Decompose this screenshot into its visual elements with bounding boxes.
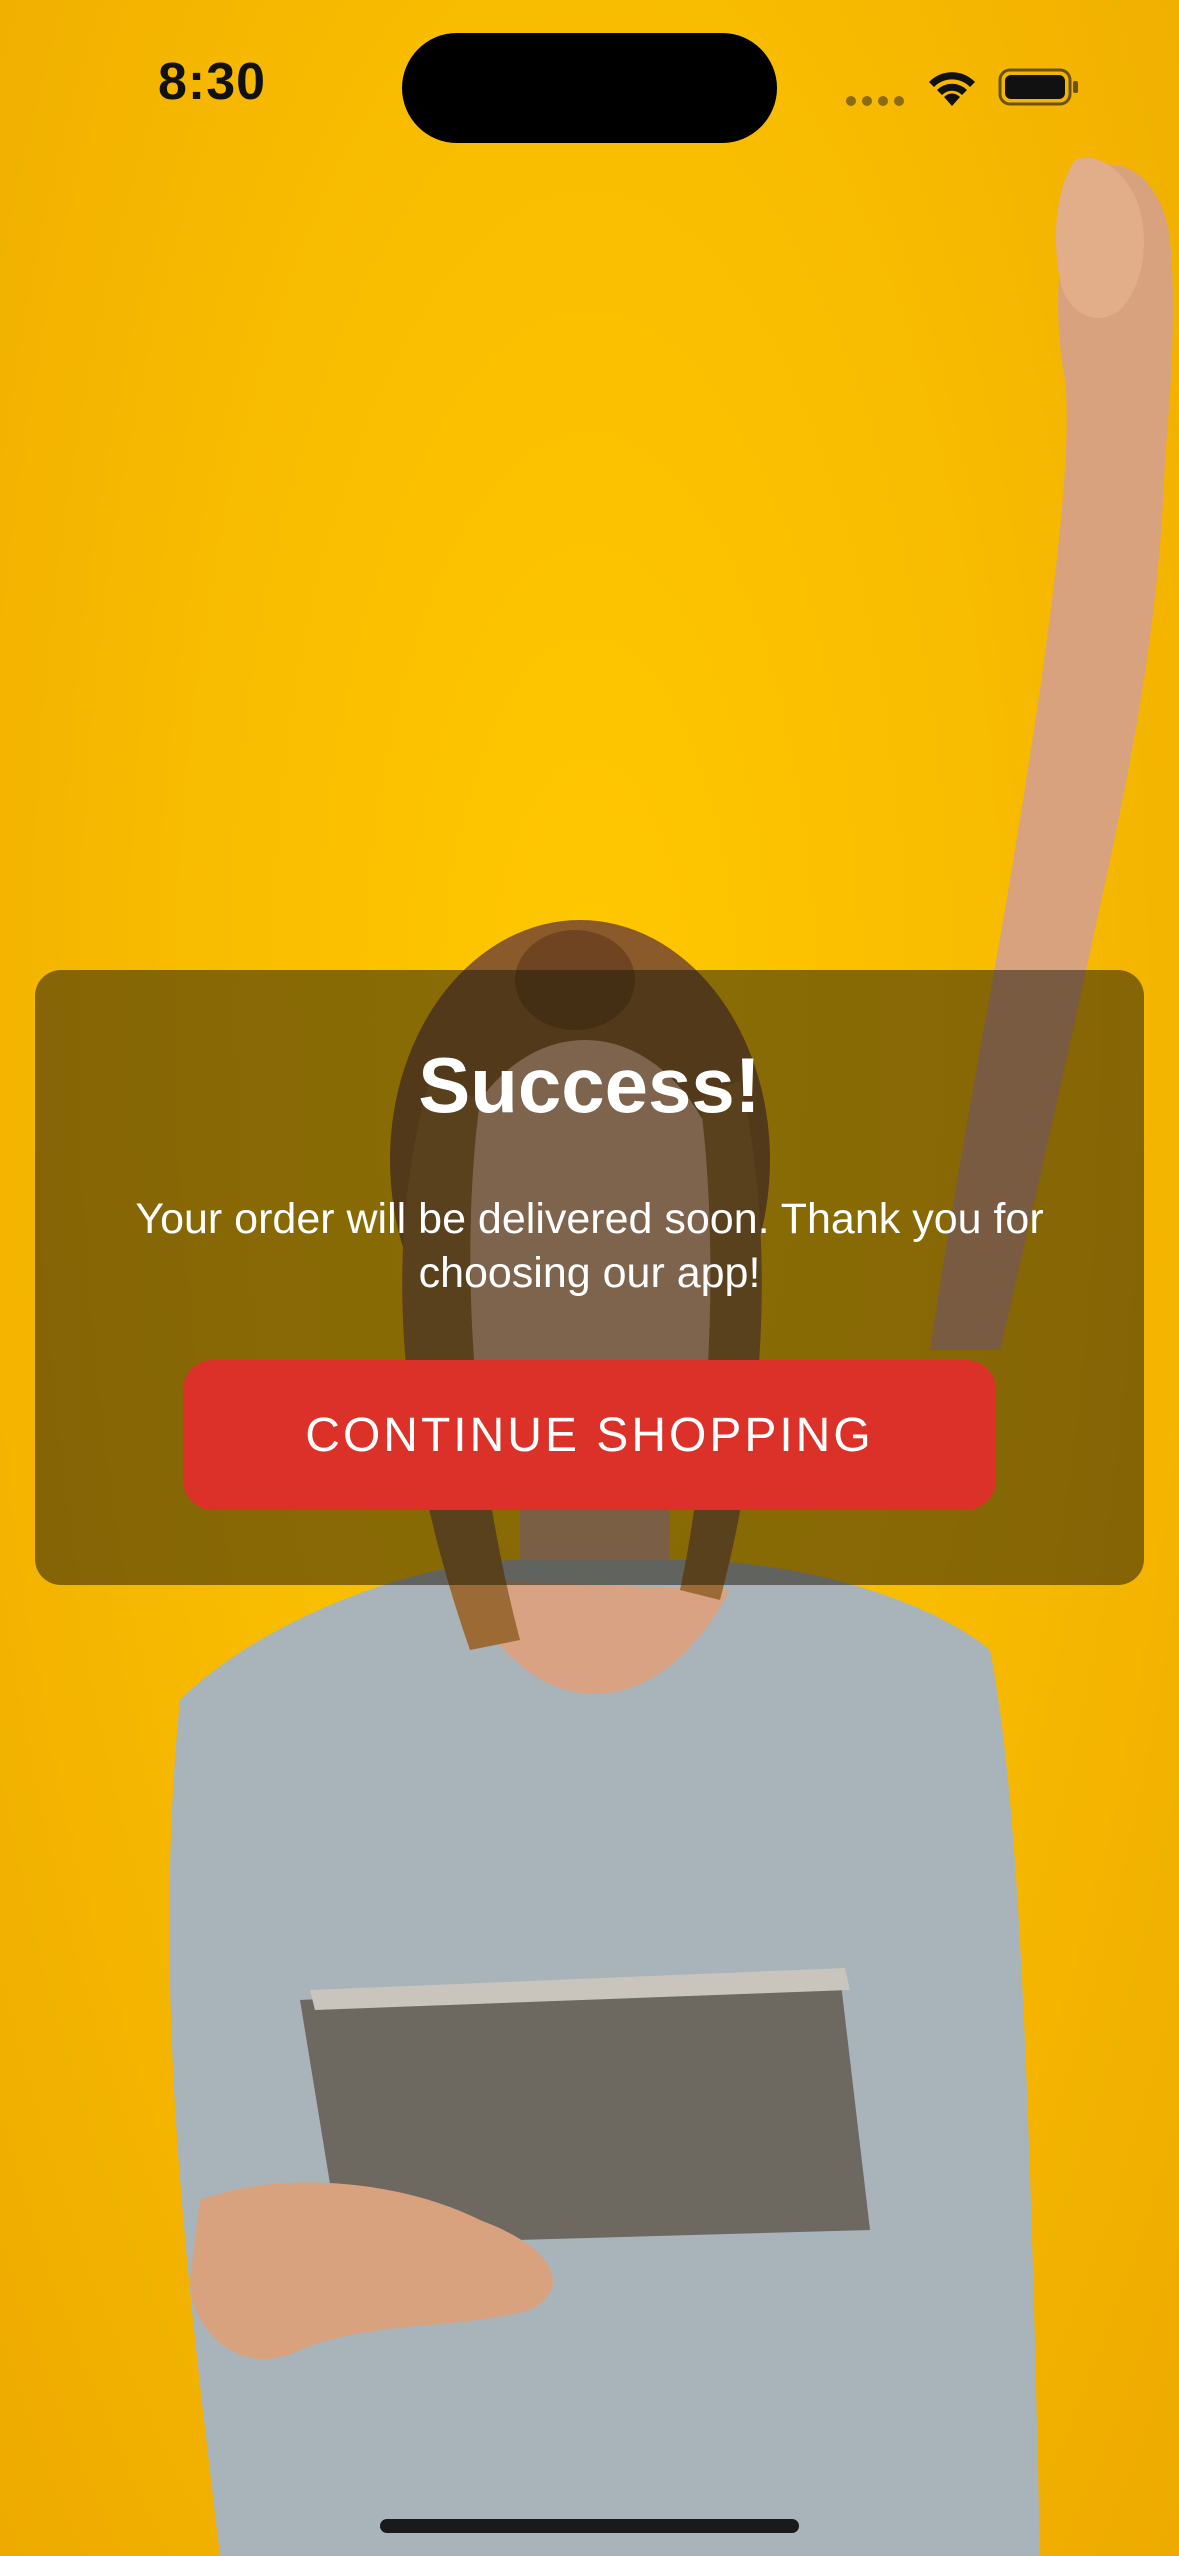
order-success-screen: 8:30 Success! Your order will be deliver…	[0, 0, 1179, 2556]
success-dialog: Success! Your order will be delivered so…	[35, 970, 1144, 1585]
home-indicator[interactable]	[380, 2519, 799, 2533]
battery-icon	[998, 68, 1078, 106]
continue-shopping-button[interactable]: CONTINUE SHOPPING	[183, 1360, 996, 1510]
dialog-message: Your order will be delivered soon. Thank…	[135, 1195, 1044, 1297]
dialog-title: Success!	[418, 1041, 761, 1129]
cellular-signal-icon	[846, 96, 904, 106]
status-time: 8:30	[158, 53, 267, 111]
status-bar: 8:30	[0, 0, 1179, 150]
wifi-icon	[929, 72, 975, 106]
dynamic-island	[402, 33, 777, 143]
